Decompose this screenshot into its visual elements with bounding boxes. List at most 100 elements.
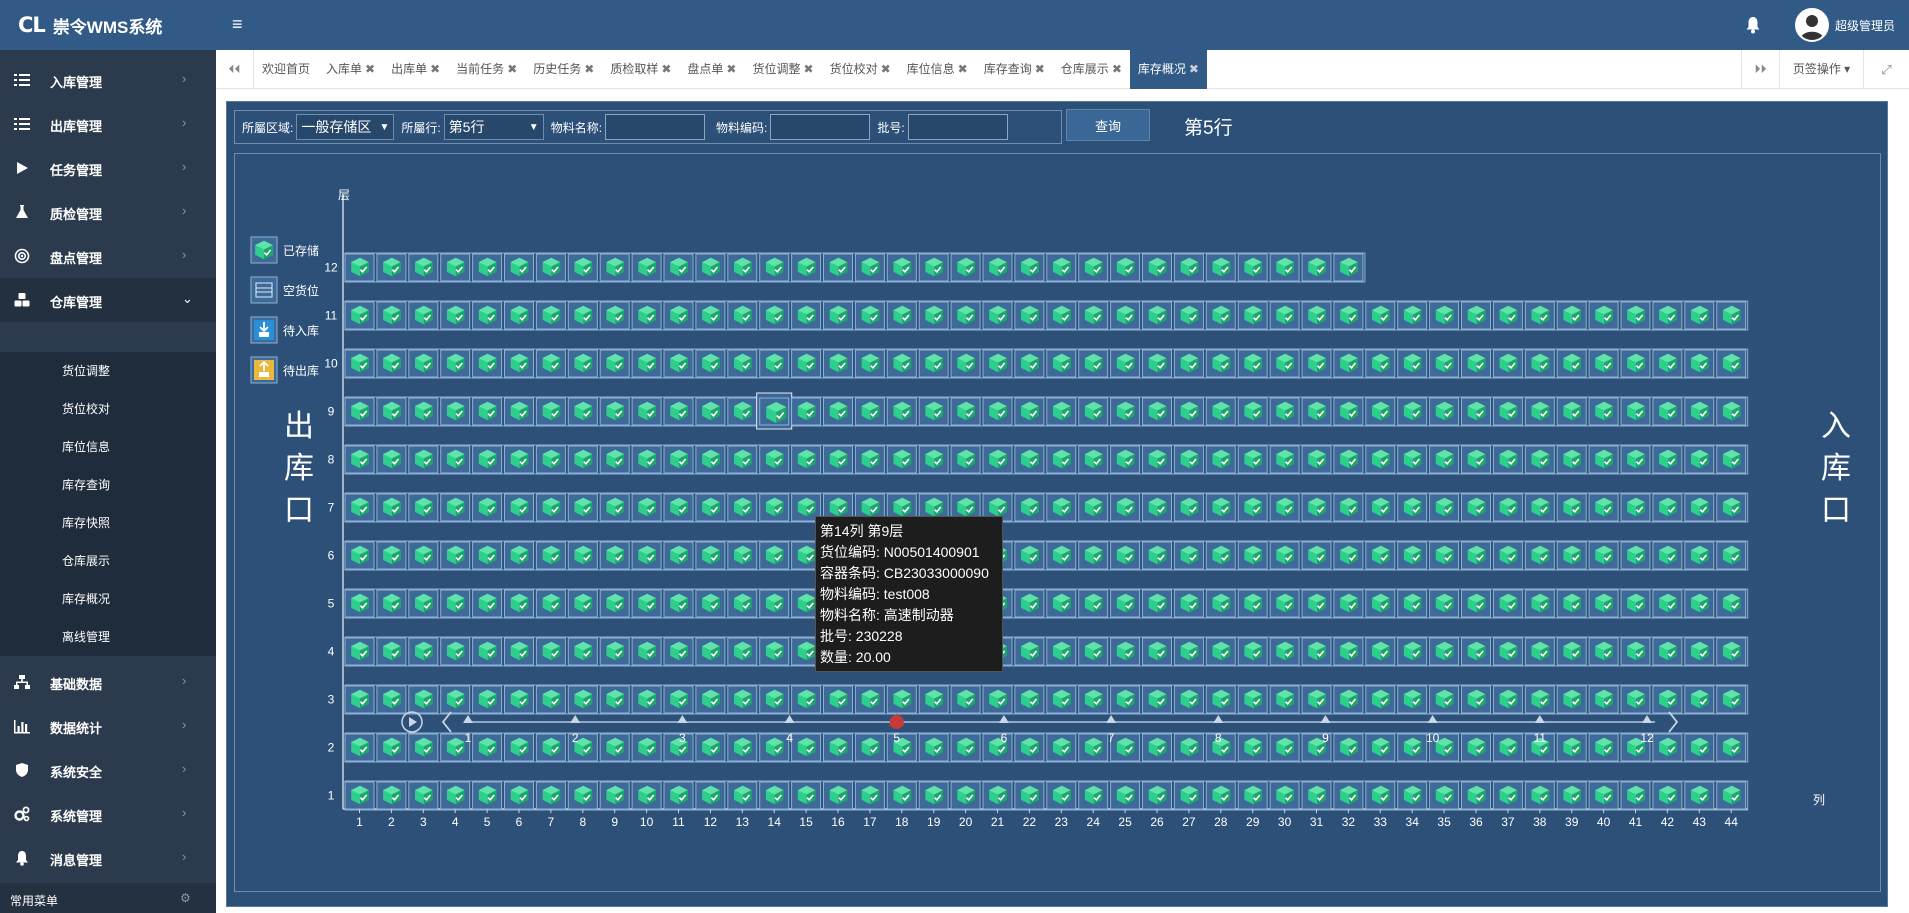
storage-slot-1-43 xyxy=(1684,781,1715,810)
fullscreen-icon[interactable]: ⤢ xyxy=(1863,50,1909,89)
menu-toggle-icon[interactable]: ≡ xyxy=(232,14,243,34)
tab-8[interactable]: 货位调整 ✖ xyxy=(744,50,821,89)
storage-slot-3-44 xyxy=(1716,685,1747,714)
common-menu-bar[interactable]: 常用菜单 ⚙ xyxy=(0,883,216,913)
batch-input[interactable] xyxy=(907,114,1008,140)
tab-3[interactable]: 出库单 ✖ xyxy=(383,50,448,89)
submenu-item[interactable]: 仓库展示 xyxy=(62,542,212,580)
tab-6[interactable]: 质检取样 ✖ xyxy=(602,50,679,89)
submenu-item[interactable]: 库存快照 xyxy=(62,504,212,542)
storage-slot-6-6 xyxy=(504,541,534,570)
storage-slot-8-4 xyxy=(440,445,471,474)
user-menu[interactable]: 超级管理员 xyxy=(1795,7,1895,43)
sidebar-item-basedata[interactable]: 基础数据 › xyxy=(0,660,216,704)
submenu-item[interactable]: 货位校对 xyxy=(62,390,212,428)
app-logo[interactable]: CL 崇令WMS系统 xyxy=(18,10,162,40)
storage-slot-5-6 xyxy=(504,589,534,618)
submenu-item[interactable]: 库存查询 xyxy=(62,466,212,504)
storage-slot-2-32 xyxy=(1333,733,1364,762)
storage-slot-3-10 xyxy=(631,685,662,714)
storage-slot-5-34 xyxy=(1397,589,1428,618)
material-code-input[interactable] xyxy=(770,114,871,140)
close-tab-icon[interactable]: ✖ xyxy=(507,62,517,76)
storage-slot-3-21 xyxy=(982,685,1013,714)
tab-2[interactable]: 入库单 ✖ xyxy=(318,50,383,89)
sidebar-item-system[interactable]: 系统管理 › xyxy=(0,792,216,836)
tab-7[interactable]: 盘点单 ✖ xyxy=(679,50,744,89)
storage-slot-7-14 xyxy=(759,493,790,522)
storage-slot-5-31 xyxy=(1301,589,1332,618)
submenu-item[interactable]: 库存概况 xyxy=(62,580,212,618)
storage-slot-10-39 xyxy=(1556,349,1587,378)
query-button[interactable]: 查询 xyxy=(1066,109,1150,141)
sidebar-item-warehouse[interactable]: 仓库管理 ⌄ xyxy=(0,278,216,322)
tab-5[interactable]: 历史任务 ✖ xyxy=(525,50,602,89)
sidebar-item-messages[interactable]: 消息管理 › xyxy=(0,836,216,880)
storage-slot-6-9 xyxy=(599,541,630,570)
row-select[interactable]: 第5行 ▼ xyxy=(443,114,544,140)
tooltip-line: 批号: 230228 xyxy=(820,628,903,644)
area-select[interactable]: 一般存储区 ▼ xyxy=(296,114,395,140)
tab-scroll-left-icon[interactable]: ⏴⏴ xyxy=(216,50,254,89)
tab-1[interactable]: 欢迎首页 xyxy=(254,50,318,89)
close-tab-icon[interactable]: ✖ xyxy=(584,62,594,76)
storage-slot-3-9 xyxy=(599,685,630,714)
tab-13[interactable]: 库存概况 ✖ xyxy=(1129,50,1207,89)
storage-slot-3-28 xyxy=(1205,685,1236,714)
storage-slot-11-1 xyxy=(344,301,375,330)
tab-scroll-right-icon[interactable]: ⏵⏵ xyxy=(1741,50,1779,89)
column-tick-label: 27 xyxy=(1182,815,1196,829)
submenu-item[interactable]: 离线管理 xyxy=(62,618,212,656)
close-tab-icon[interactable]: ✖ xyxy=(1035,62,1045,76)
storage-slot-5-11 xyxy=(663,589,694,618)
notification-bell-icon[interactable] xyxy=(1745,16,1761,34)
sidebar-item-outbound[interactable]: 出库管理 › xyxy=(0,102,216,146)
submenu-item[interactable]: 库位信息 xyxy=(62,428,212,466)
storage-slot-2-19 xyxy=(918,733,949,762)
storage-slot-5-22 xyxy=(1014,589,1045,618)
close-tab-icon[interactable]: ✖ xyxy=(661,62,671,76)
storage-slot-12-29 xyxy=(1237,253,1268,282)
tab-label: 库存查询 xyxy=(983,62,1032,76)
tab-12[interactable]: 仓库展示 ✖ xyxy=(1053,50,1130,89)
close-tab-icon[interactable]: ✖ xyxy=(365,62,375,76)
sidebar-item-statistics[interactable]: 数据统计 › xyxy=(0,704,216,748)
tab-11[interactable]: 库存查询 ✖ xyxy=(976,50,1053,89)
tab-operations-dropdown[interactable]: 页签操作 ▾ xyxy=(1779,50,1863,89)
close-tab-icon[interactable]: ✖ xyxy=(1189,62,1199,76)
tab-10[interactable]: 库位信息 ✖ xyxy=(899,50,976,89)
storage-slot-4-30 xyxy=(1269,637,1300,666)
sidebar-item-security[interactable]: 系统安全 › xyxy=(0,748,216,792)
storage-slot-9-13 xyxy=(727,397,758,426)
storage-slot-7-40 xyxy=(1588,493,1619,522)
column-tick-label: 32 xyxy=(1342,815,1356,829)
close-tab-icon[interactable]: ✖ xyxy=(881,62,891,76)
tab-label: 库位信息 xyxy=(906,62,955,76)
submenu-item[interactable]: 货位调整 xyxy=(62,352,212,390)
storage-slot-7-6 xyxy=(504,493,534,522)
storage-slot-11-27 xyxy=(1173,301,1204,330)
close-tab-icon[interactable]: ✖ xyxy=(1112,62,1122,76)
storage-slot-8-43 xyxy=(1684,445,1715,474)
close-tab-icon[interactable]: ✖ xyxy=(804,62,814,76)
storage-slot-11-42 xyxy=(1652,301,1683,330)
sidebar-item-tasks[interactable]: 任务管理 › xyxy=(0,146,216,190)
material-name-input[interactable] xyxy=(605,114,706,140)
storage-slot-6-28 xyxy=(1205,541,1236,570)
sidebar-item-quality[interactable]: 质检管理 › xyxy=(0,190,216,234)
storage-slot-10-34 xyxy=(1397,349,1428,378)
close-tab-icon[interactable]: ✖ xyxy=(958,62,968,76)
sidebar-item-stocktake[interactable]: 盘点管理 › xyxy=(0,234,216,278)
close-tab-icon[interactable]: ✖ xyxy=(430,62,440,76)
tab-4[interactable]: 当前任务 ✖ xyxy=(448,50,525,89)
storage-slot-1-23 xyxy=(1046,781,1077,810)
storage-slot-9-14 xyxy=(756,392,793,430)
close-tab-icon[interactable]: ✖ xyxy=(726,62,736,76)
tab-9[interactable]: 货位校对 ✖ xyxy=(822,50,899,89)
storage-slot-4-40 xyxy=(1588,637,1619,666)
storage-slot-12-32 xyxy=(1333,253,1364,282)
column-tick-label: 37 xyxy=(1501,815,1515,829)
filter-bar: 所屬区域: 一般存储区 ▼ 所屬行: 第5行 ▼ 物料名称: 物料编码: 批号: xyxy=(234,110,1062,144)
sidebar-item-inbound[interactable]: 入库管理 › xyxy=(0,58,216,102)
gear-icon[interactable]: ⚙ xyxy=(180,891,191,905)
